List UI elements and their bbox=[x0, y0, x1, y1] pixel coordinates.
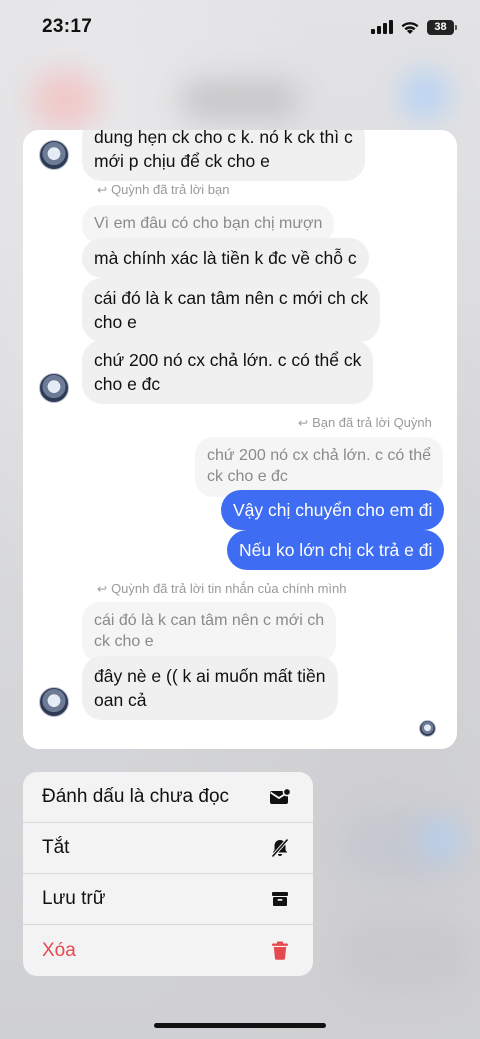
menu-item-mark-unread[interactable]: Đánh dấu là chưa đọc bbox=[23, 772, 313, 823]
reply-label: ↩ Quỳnh đã trả lời tin nhắn của chính mì… bbox=[97, 581, 347, 596]
battery-level: 38 bbox=[434, 21, 447, 33]
reply-arrow-icon: ↩ bbox=[97, 182, 108, 197]
blurred-row bbox=[340, 920, 470, 990]
reply-arrow-icon: ↩ bbox=[97, 581, 108, 596]
message-bubble-incoming[interactable]: đây nè e (( k ai muốn mất tiền oan cả bbox=[82, 656, 338, 720]
status-time: 23:17 bbox=[42, 16, 93, 37]
message-bubble-incoming[interactable]: chứ 200 nó cx chả lớn. c có thể ck cho e… bbox=[82, 340, 374, 404]
contact-avatar bbox=[39, 687, 69, 717]
reply-label-text: Quỳnh đã trả lời tin nhắn của chính mình bbox=[111, 581, 347, 596]
message-bubble-incoming[interactable]: dung hẹn ck cho c k. nó k ck thì c mới p… bbox=[82, 130, 365, 181]
blurred-badge bbox=[420, 820, 460, 860]
quoted-message[interactable]: cái đó là k can tâm nên c mới ch ck cho … bbox=[82, 602, 337, 662]
status-icons: 38 bbox=[371, 19, 457, 35]
menu-item-archive[interactable]: Lưu trữ bbox=[23, 874, 313, 925]
menu-item-label: Tắt bbox=[42, 837, 70, 858]
read-receipt-avatar bbox=[419, 720, 436, 737]
blurred-button bbox=[400, 70, 450, 120]
blurred-title bbox=[180, 80, 300, 120]
message-bubble-outgoing[interactable]: Vậy chị chuyển cho em đi bbox=[221, 490, 445, 530]
message-bubble-outgoing[interactable]: Nếu ko lớn chị ck trả e đi bbox=[227, 530, 445, 570]
message-bubble-incoming[interactable]: cái đó là k can tâm nên c mới ch ck cho … bbox=[82, 278, 381, 342]
chat-preview-card[interactable]: dung hẹn ck cho c k. nó k ck thì c mới p… bbox=[23, 130, 457, 749]
reply-label-text: Quỳnh đã trả lời bạn bbox=[111, 182, 230, 197]
reply-label: ↩ Quỳnh đã trả lời bạn bbox=[97, 182, 229, 197]
menu-item-label: Lưu trữ bbox=[42, 888, 106, 909]
reply-label-text: Bạn đã trả lời Quỳnh bbox=[312, 415, 432, 430]
reply-arrow-icon: ↩ bbox=[298, 415, 309, 430]
menu-item-label: Đánh dấu là chưa đọc bbox=[42, 786, 230, 807]
message-bubble-incoming[interactable]: mà chính xác là tiền k đc về chỗ c bbox=[82, 238, 369, 278]
contact-avatar bbox=[39, 140, 69, 170]
mark-unread-icon bbox=[269, 786, 291, 808]
menu-item-delete[interactable]: Xóa bbox=[23, 925, 313, 976]
status-bar: 23:17 38 bbox=[0, 0, 480, 54]
menu-item-mute[interactable]: Tắt bbox=[23, 823, 313, 874]
menu-item-label: Xóa bbox=[42, 939, 76, 961]
blurred-icon bbox=[30, 70, 100, 130]
home-indicator[interactable] bbox=[154, 1023, 326, 1028]
bell-slash-icon bbox=[269, 837, 291, 859]
trash-icon bbox=[269, 940, 291, 962]
cellular-signal-icon bbox=[371, 20, 393, 34]
quoted-message[interactable]: chứ 200 nó cx chả lớn. c có thể ck cho e… bbox=[195, 437, 443, 497]
archive-icon bbox=[269, 888, 291, 910]
battery-icon: 38 bbox=[427, 19, 457, 35]
wifi-icon bbox=[401, 21, 419, 34]
contact-avatar bbox=[39, 373, 69, 403]
reply-label: ↩ Bạn đã trả lời Quỳnh bbox=[298, 415, 432, 430]
context-menu: Đánh dấu là chưa đọc Tắt Lưu trữ Xóa bbox=[23, 772, 313, 976]
